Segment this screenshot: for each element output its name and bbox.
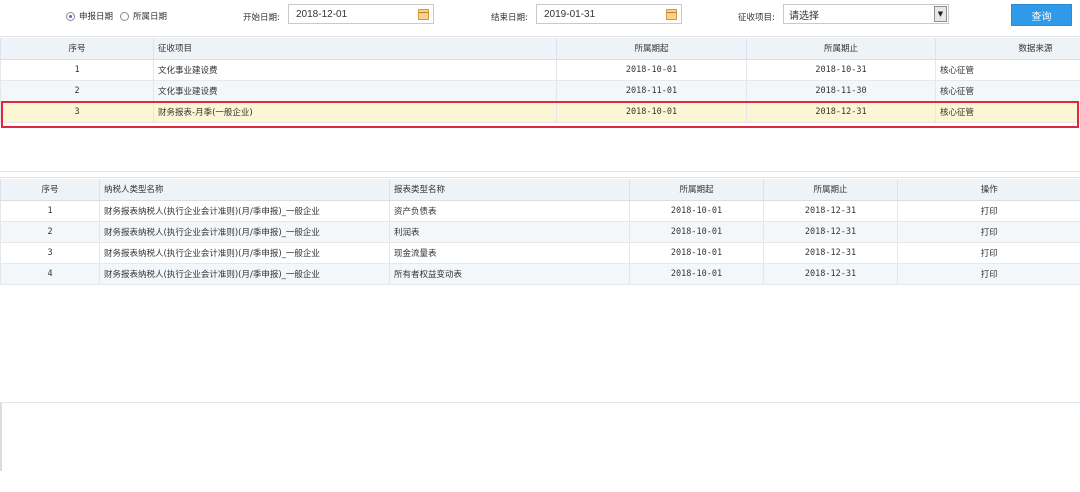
cell-report-type: 现金流量表 [389,242,630,264]
cell-end: 2018-12-31 [763,242,898,264]
cell-no: 2 [0,221,100,243]
collection-item-value: 请选择 [789,10,819,22]
col-header-start: 所属期起 [556,38,747,60]
print-link[interactable]: 打印 [897,242,1080,264]
col-header-end: 所属期止 [763,179,898,201]
divider [0,403,2,471]
table-header-row: 序号 征收项目 所属期起 所属期止 数据来源 [0,38,1080,60]
cell-report-type: 资产负债表 [389,200,630,222]
end-date-field[interactable]: 2019-01-31 [536,4,682,24]
col-header-source: 数据来源 [935,38,1080,60]
radio-declare-label: 申报日期 [79,12,114,22]
table-row: 2 财务报表纳税人(执行企业会计准则)(月/季申报)_一般企业 利润表 2018… [0,221,1080,243]
cell-source: 核心征管 [935,80,1080,102]
print-link[interactable]: 打印 [897,263,1080,285]
col-header-taxpayer-type: 纳税人类型名称 [99,179,390,201]
table-row: 3 财务报表纳税人(执行企业会计准则)(月/季申报)_一般企业 现金流量表 20… [0,242,1080,264]
cell-item: 文化事业建设费 [153,80,557,102]
col-header-item: 征收项目 [153,38,557,60]
cell-end: 2018-12-31 [763,221,898,243]
table-header-row: 序号 纳税人类型名称 报表类型名称 所属期起 所属期止 操作 [0,179,1080,201]
col-header-end: 所属期止 [746,38,936,60]
cell-start: 2018-10-01 [556,101,747,123]
cell-taxpayer-type: 财务报表纳税人(执行企业会计准则)(月/季申报)_一般企业 [99,200,390,222]
cell-source: 核心征管 [935,59,1080,81]
col-header-action: 操作 [897,179,1080,201]
cell-end: 2018-12-31 [763,200,898,222]
chevron-down-icon[interactable]: ▼ [934,6,947,22]
col-header-start: 所属期起 [629,179,764,201]
cell-no: 1 [0,200,100,222]
cell-no: 4 [0,263,100,285]
cell-no: 2 [0,80,154,102]
cell-start: 2018-10-01 [629,263,764,285]
table-row[interactable]: 1 文化事业建设费 2018-10-01 2018-10-31 核心征管 [0,59,1080,81]
calendar-icon[interactable] [418,9,429,20]
cell-start: 2018-10-01 [629,221,764,243]
radio-period-label: 所属日期 [133,12,168,22]
start-date-field[interactable]: 2018-12-01 [288,4,434,24]
cell-taxpayer-type: 财务报表纳税人(执行企业会计准则)(月/季申报)_一般企业 [99,242,390,264]
radio-unselected-icon [120,11,129,21]
query-button[interactable]: 查询 [1011,4,1072,26]
col-header-report-type: 报表类型名称 [389,179,630,201]
print-link[interactable]: 打印 [897,221,1080,243]
cell-taxpayer-type: 财务报表纳税人(执行企业会计准则)(月/季申报)_一般企业 [99,263,390,285]
cell-report-type: 所有者权益变动表 [389,263,630,285]
print-link[interactable]: 打印 [897,200,1080,222]
cell-report-type: 利润表 [389,221,630,243]
declaration-table: 序号 征收项目 所属期起 所属期止 数据来源 1 文化事业建设费 2018-10… [0,38,1080,123]
cell-start: 2018-10-01 [629,242,764,264]
cell-item: 财务报表-月季(一般企业) [153,101,557,123]
cell-start: 2018-10-01 [556,59,747,81]
calendar-icon[interactable] [666,9,677,20]
cell-no: 1 [0,59,154,81]
table-row[interactable]: 2 文化事业建设费 2018-11-01 2018-11-30 核心征管 [0,80,1080,102]
radio-period-date[interactable]: 所属日期 [120,10,167,22]
cell-end: 2018-10-31 [746,59,936,81]
collection-item-label: 征收项目: [738,13,775,23]
report-table: 序号 纳税人类型名称 报表类型名称 所属期起 所属期止 操作 1 财务报表纳税人… [0,179,1080,285]
start-date-value: 2018-12-01 [296,8,348,20]
collection-item-select[interactable]: 请选择 ▼ [783,4,949,24]
cell-no: 3 [0,101,154,123]
search-bar: 申报日期 所属日期 开始日期: 2018-12-01 结束日期: 2019-01… [0,0,1080,36]
col-header-no: 序号 [0,179,100,201]
cell-start: 2018-10-01 [629,200,764,222]
radio-declare-date[interactable]: 申报日期 [66,10,113,22]
cell-item: 文化事业建设费 [153,59,557,81]
cell-no: 3 [0,242,100,264]
cell-end: 2018-11-30 [746,80,936,102]
cell-taxpayer-type: 财务报表纳税人(执行企业会计准则)(月/季申报)_一般企业 [99,221,390,243]
cell-start: 2018-11-01 [556,80,747,102]
cell-source: 核心征管 [935,101,1080,123]
table-row: 1 财务报表纳税人(执行企业会计准则)(月/季申报)_一般企业 资产负债表 20… [0,200,1080,222]
radio-selected-icon [66,11,75,21]
end-date-value: 2019-01-31 [544,8,596,20]
table-row-selected[interactable]: 3 财务报表-月季(一般企业) 2018-10-01 2018-12-31 核心… [0,101,1080,123]
cell-end: 2018-12-31 [746,101,936,123]
cell-end: 2018-12-31 [763,263,898,285]
start-date-label: 开始日期: [243,13,280,23]
table-row: 4 财务报表纳税人(执行企业会计准则)(月/季申报)_一般企业 所有者权益变动表… [0,263,1080,285]
col-header-no: 序号 [0,38,154,60]
end-date-label: 结束日期: [491,13,528,23]
